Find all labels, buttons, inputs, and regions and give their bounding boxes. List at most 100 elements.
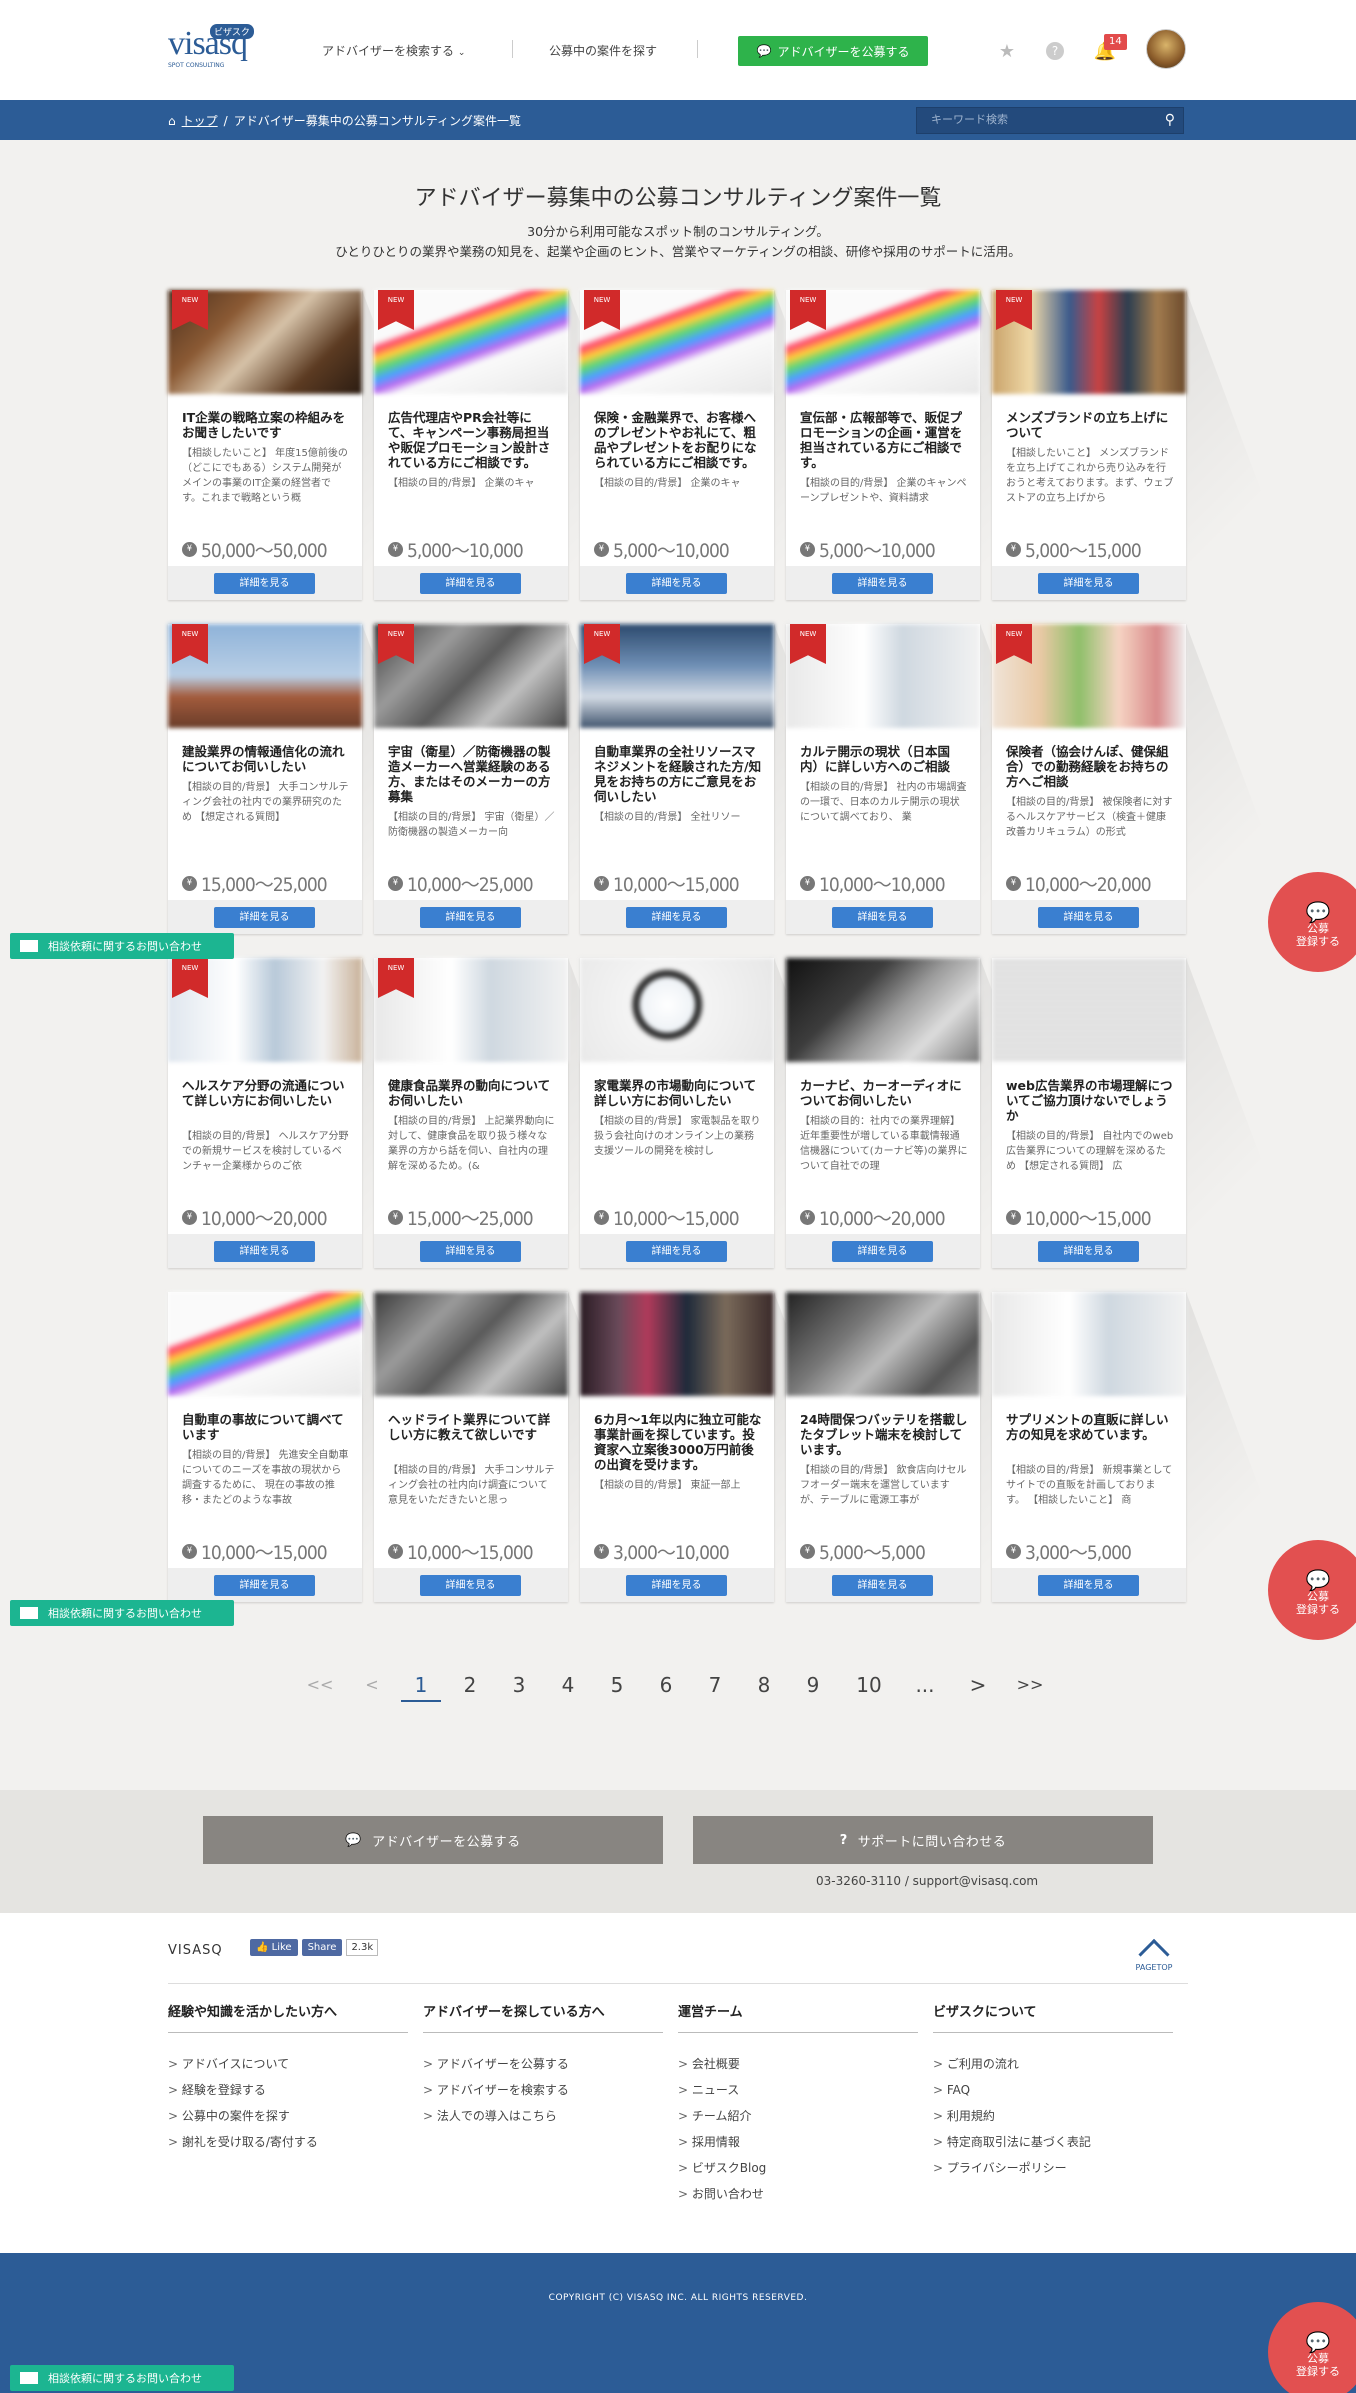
project-card[interactable]: 自動車の事故について調べています 【相談の目的/背景】 先進安全自動車についてのニ… xyxy=(168,1292,478,1602)
project-card[interactable]: NEW 健康食品業界の動向についてお伺いしたい 【相談の目的/背景】 上記業界動向に… xyxy=(374,958,684,1268)
card-title[interactable]: ヘルスケア分野の流通について詳しい方にお伺いしたい xyxy=(182,1078,350,1108)
project-card[interactable]: NEW 自動車業界の全社リソースマネジメントを経験された方/知見をお持ちの方にご意… xyxy=(580,624,890,934)
footer-link[interactable]: 会社概要 xyxy=(678,2051,918,2077)
footer-link[interactable]: FAQ xyxy=(933,2077,1173,2103)
pagination-page[interactable]: 3 xyxy=(499,1668,539,1702)
card-title[interactable]: 保険者（協会けんぽ、健保組合）での勤務経験をお持ちの方へご相談 xyxy=(1006,744,1174,789)
facebook-share-button[interactable]: Share xyxy=(301,1939,343,1956)
pagination-page[interactable]: 4 xyxy=(548,1668,588,1702)
footer-link[interactable]: アドバイザーを検索する xyxy=(423,2077,663,2103)
project-card[interactable]: NEW 保険者（協会けんぽ、健保組合）での勤務経験をお持ちの方へご相談 【相談の目的… xyxy=(992,624,1302,934)
project-card[interactable]: NEW ヘルスケア分野の流通について詳しい方にお伺いしたい 【相談の目的/背景】 ヘ… xyxy=(168,958,478,1268)
search-icon[interactable]: ⚲ xyxy=(1165,112,1175,128)
footer-link[interactable]: 経験を登録する xyxy=(168,2077,408,2103)
facebook-like-button[interactable]: 👍 Like xyxy=(250,1939,298,1956)
card-image[interactable] xyxy=(786,958,980,1062)
detail-button[interactable]: 詳細を見る xyxy=(832,1575,933,1596)
card-title[interactable]: 健康食品業界の動向についてお伺いしたい xyxy=(388,1078,556,1108)
inquiry-button[interactable]: 相談依頼に関するお問い合わせ xyxy=(10,1600,234,1626)
detail-button[interactable]: 詳細を見る xyxy=(1038,1575,1139,1596)
pagetop-button[interactable]: PAGETOP xyxy=(1130,1935,1178,1975)
detail-button[interactable]: 詳細を見る xyxy=(626,1575,727,1596)
pagination-page[interactable]: 10 xyxy=(849,1668,889,1702)
footer-link[interactable]: プライバシーポリシー xyxy=(933,2155,1173,2181)
card-title[interactable]: web広告業界の市場理解についてご協力頂けないでしょうか xyxy=(1006,1078,1174,1123)
detail-button[interactable]: 詳細を見る xyxy=(214,573,315,594)
project-card[interactable]: NEW 宣伝部・広報部等で、販促プロモーションの企画・運営を担当されている方にご相… xyxy=(786,290,1096,600)
detail-button[interactable]: 詳細を見る xyxy=(420,1241,521,1262)
card-title[interactable]: 宣伝部・広報部等で、販促プロモーションの企画・運営を担当されている方にご相談です… xyxy=(800,410,968,470)
footer-link[interactable]: ビザスクBlog xyxy=(678,2155,918,2181)
project-card[interactable]: web広告業界の市場理解についてご協力頂けないでしょうか 【相談の目的/背景】 自… xyxy=(992,958,1302,1268)
project-card[interactable]: NEW 建設業界の情報通信化の流れについてお伺いしたい 【相談の目的/背景】 大手コ… xyxy=(168,624,478,934)
footer-link[interactable]: チーム紹介 xyxy=(678,2103,918,2129)
publish-advisor-cta-button[interactable]: 💬 アドバイザーを公募する xyxy=(203,1816,663,1864)
pagination-page[interactable]: 9 xyxy=(793,1668,833,1702)
footer-link[interactable]: 法人での導入はこちら xyxy=(423,2103,663,2129)
card-image[interactable] xyxy=(992,958,1186,1062)
detail-button[interactable]: 詳細を見る xyxy=(214,1241,315,1262)
detail-button[interactable]: 詳細を見る xyxy=(832,1241,933,1262)
card-image[interactable] xyxy=(992,1292,1186,1396)
footer-link[interactable]: 謝礼を受け取る/寄付する xyxy=(168,2129,408,2155)
site-logo[interactable]: visasq ビザスク SPOT CONSULTING xyxy=(168,24,268,70)
detail-button[interactable]: 詳細を見る xyxy=(420,573,521,594)
footer-link[interactable]: アドバイスについて xyxy=(168,2051,408,2077)
inquiry-button[interactable]: 相談依頼に関するお問い合わせ xyxy=(10,933,234,959)
project-card[interactable]: NEW IT企業の戦略立案の枠組みをお聞きしたいです 【相談したいこと】 年度15億… xyxy=(168,290,478,600)
card-title[interactable]: 広告代理店やPR会社等にて、キャンペーン事務局担当や販促プロモーション設計されて… xyxy=(388,410,556,470)
pagination-last[interactable]: >> xyxy=(1010,1668,1050,1702)
detail-button[interactable]: 詳細を見る xyxy=(626,573,727,594)
detail-button[interactable]: 詳細を見る xyxy=(420,907,521,928)
footer-link[interactable]: 特定商取引法に基づく表記 xyxy=(933,2129,1173,2155)
nav-find-projects[interactable]: 公募中の案件を探す xyxy=(549,42,657,59)
project-card[interactable]: NEW 保険・金融業界で、お客様へのプレゼントやお礼にて、粗品やプレゼントをお配り… xyxy=(580,290,890,600)
project-card[interactable]: NEW メンズブランドの立ち上げについて 【相談したいこと】 メンズブランドを立ち上… xyxy=(992,290,1302,600)
pagination-page[interactable]: 5 xyxy=(597,1668,637,1702)
card-title[interactable]: 24時間保つバッテリを搭載したタブレット端末を検討しています。 xyxy=(800,1412,968,1457)
project-card[interactable]: NEW カルテ開示の現状（日本国内）に詳しい方へのご相談 【相談の目的/背景】 社内… xyxy=(786,624,1096,934)
project-card[interactable]: 24時間保つバッテリを搭載したタブレット端末を検討しています。 【相談の目的/背景… xyxy=(786,1292,1096,1602)
card-image[interactable] xyxy=(580,958,774,1062)
nav-search-advisors[interactable]: アドバイザーを検索する ⌄ xyxy=(322,42,465,59)
detail-button[interactable]: 詳細を見る xyxy=(1038,573,1139,594)
pagination-prev[interactable]: < xyxy=(352,1668,392,1702)
detail-button[interactable]: 詳細を見る xyxy=(214,907,315,928)
detail-button[interactable]: 詳細を見る xyxy=(214,1575,315,1596)
star-icon[interactable]: ★ xyxy=(996,40,1018,62)
project-card[interactable]: NEW 広告代理店やPR会社等にて、キャンペーン事務局担当や販促プロモーション設計… xyxy=(374,290,684,600)
pagination-first[interactable]: << xyxy=(300,1668,340,1702)
card-title[interactable]: 6カ月〜1年以内に独立可能な事業計画を探しています。投資家へ立案後3000万円前… xyxy=(594,1412,762,1472)
pagination-page[interactable]: 6 xyxy=(646,1668,686,1702)
card-title[interactable]: サプリメントの直販に詳しい方の知見を求めています。 xyxy=(1006,1412,1174,1442)
help-icon[interactable]: ? xyxy=(1044,40,1066,62)
project-card[interactable]: NEW 宇宙（衛星）／防衛機器の製造メーカーへ営業経験のある方、またはそのメーカー… xyxy=(374,624,684,934)
card-title[interactable]: 建設業界の情報通信化の流れについてお伺いしたい xyxy=(182,744,350,774)
card-image[interactable] xyxy=(168,1292,362,1396)
footer-link[interactable]: お問い合わせ xyxy=(678,2181,918,2207)
detail-button[interactable]: 詳細を見る xyxy=(420,1575,521,1596)
pagination-page[interactable]: 2 xyxy=(450,1668,490,1702)
project-card[interactable]: 6カ月〜1年以内に独立可能な事業計画を探しています。投資家へ立案後3000万円前… xyxy=(580,1292,890,1602)
card-title[interactable]: 宇宙（衛星）／防衛機器の製造メーカーへ営業経験のある方、またはそのメーカーの方募… xyxy=(388,744,556,804)
inquiry-button[interactable]: 相談依頼に関するお問い合わせ xyxy=(10,2365,234,2391)
footer-link[interactable]: ご利用の流れ xyxy=(933,2051,1173,2077)
register-button[interactable]: 💬 公募 登録する xyxy=(1268,872,1356,972)
footer-link[interactable]: ニュース xyxy=(678,2077,918,2103)
project-card[interactable]: ヘッドライト業界について詳しい方に教えて欲しいです 【相談の目的/背景】 大手コン… xyxy=(374,1292,684,1602)
pagination-page[interactable]: 7 xyxy=(695,1668,735,1702)
support-button[interactable]: ? サポートに問い合わせる xyxy=(693,1816,1153,1864)
card-title[interactable]: IT企業の戦略立案の枠組みをお聞きしたいです xyxy=(182,410,350,440)
card-image[interactable] xyxy=(580,1292,774,1396)
pagination-next[interactable]: > xyxy=(958,1668,998,1702)
footer-link[interactable]: 採用情報 xyxy=(678,2129,918,2155)
card-image[interactable] xyxy=(786,1292,980,1396)
card-title[interactable]: 自動車の事故について調べています xyxy=(182,1412,350,1442)
card-image[interactable] xyxy=(374,1292,568,1396)
project-card[interactable]: サプリメントの直販に詳しい方の知見を求めています。 【相談の目的/背景】 新規事業… xyxy=(992,1292,1302,1602)
publish-advisor-button[interactable]: 💬 アドバイザーを公募する xyxy=(738,36,928,66)
search-input[interactable] xyxy=(931,113,1151,126)
card-title[interactable]: カルテ開示の現状（日本国内）に詳しい方へのご相談 xyxy=(800,744,968,774)
footer-link[interactable]: アドバイザーを公募する xyxy=(423,2051,663,2077)
card-title[interactable]: メンズブランドの立ち上げについて xyxy=(1006,410,1174,440)
